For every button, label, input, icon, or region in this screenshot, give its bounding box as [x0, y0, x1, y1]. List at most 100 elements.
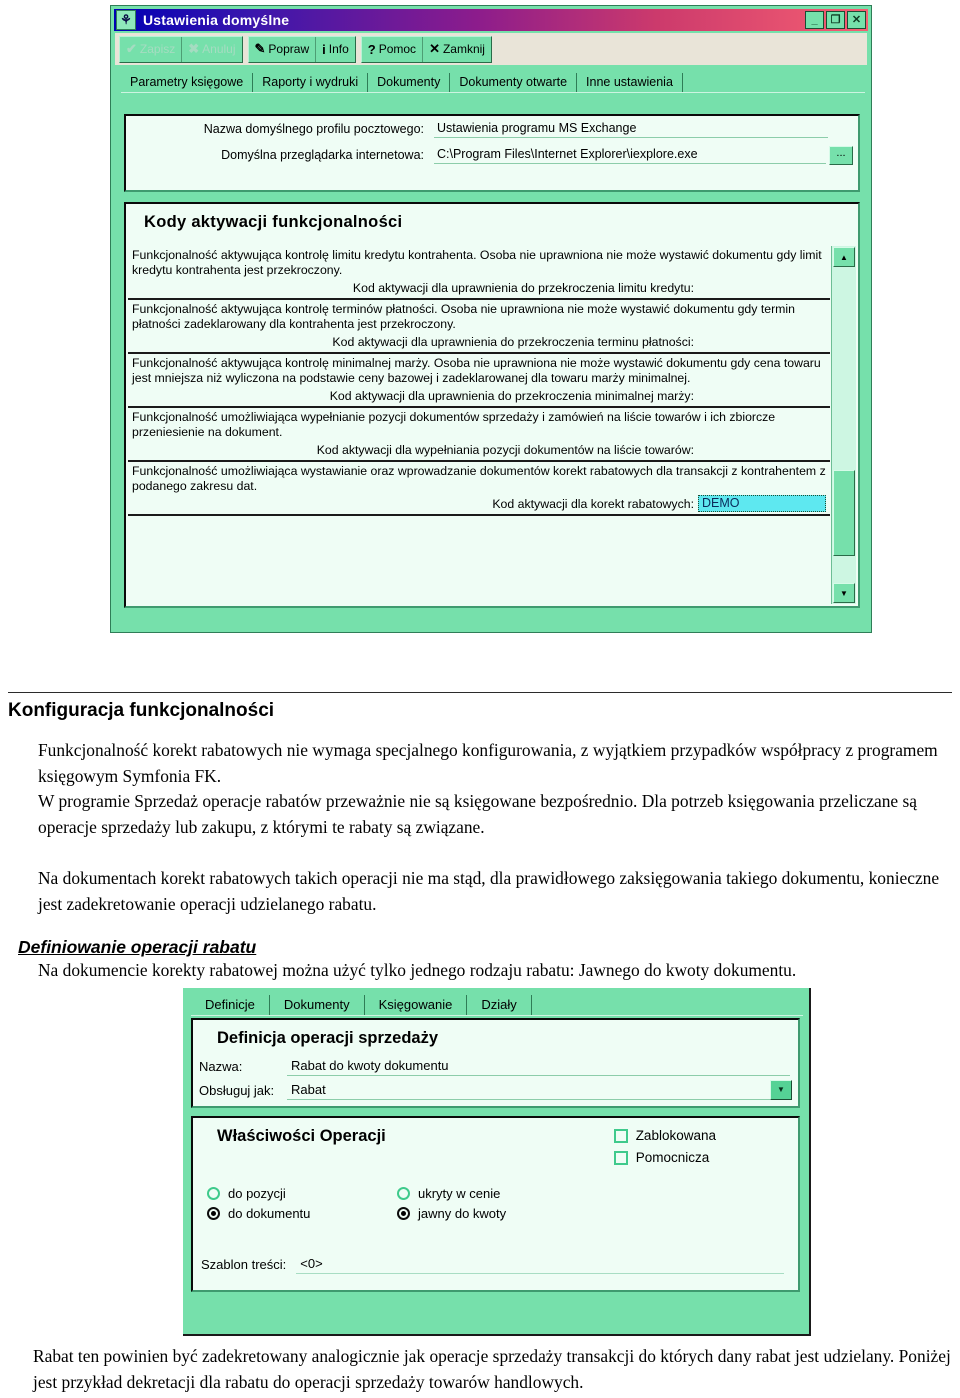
radio-groups: do pozycji ukryty w cenie do dokumentu j…: [207, 1186, 587, 1221]
code-input-focused[interactable]: DEMO: [698, 495, 826, 512]
list-item: Funkcjonalność umożliwiająca wypełnianie…: [128, 408, 830, 462]
code-input[interactable]: [698, 441, 826, 458]
help-button[interactable]: ? Pomoc: [362, 37, 422, 62]
code-description: Funkcjonalność umożliwiająca wypełnianie…: [132, 410, 776, 439]
paragraph-3: Na dokumentach korekt rabatowych takich …: [38, 868, 940, 914]
cancel-button[interactable]: ✖ Anuluj: [181, 36, 241, 62]
mail-profile-row: Nazwa domyślnego profilu pocztowego: Ust…: [126, 116, 858, 142]
browser-browse-button[interactable]: ...: [829, 145, 853, 165]
checkbox-icon[interactable]: [613, 1150, 628, 1165]
code-field-row: Kod aktywacji dla uprawnienia do przekro…: [132, 333, 826, 350]
handle-select-value: Rabat: [291, 1082, 326, 1097]
code-input[interactable]: [698, 279, 826, 296]
tab-definicje-label: Definicje: [205, 997, 255, 1012]
scroll-down-icon[interactable]: ▼: [833, 583, 855, 603]
code-description: Funkcjonalność aktywująca kontrolę minim…: [132, 356, 821, 385]
code-field-label: Kod aktywacji dla uprawnienia do przekro…: [329, 388, 694, 403]
tab-parametry-ksiegowe[interactable]: Parametry księgowe: [121, 73, 254, 92]
correct-button[interactable]: ✎ Popraw: [249, 37, 316, 62]
info-button[interactable]: i Info: [315, 36, 355, 62]
code-field-row: Kod aktywacji dla korekt rabatowych: DEM…: [132, 495, 826, 512]
codes-scrollbar[interactable]: ▲ ▼: [831, 246, 856, 604]
pencil-icon: ✎: [254, 41, 266, 56]
s2-tabstrip: Definicje Dokumenty Księgowanie Działy: [191, 992, 803, 1016]
chevron-down-icon[interactable]: ▼: [770, 1079, 792, 1100]
toolbar-group-correct: ✎ Popraw i Info: [247, 35, 356, 63]
tab-dokumenty[interactable]: Dokumenty: [368, 73, 451, 92]
app-icon: ⚘: [116, 10, 136, 30]
definition-panel: Definicja operacji sprzedaży Nazwa: Raba…: [191, 1018, 800, 1108]
checkbox-pomocnicza-label: Pomocnicza: [635, 1150, 710, 1165]
save-button[interactable]: ✔ Zapisz: [120, 37, 181, 62]
radio-icon[interactable]: [397, 1187, 410, 1200]
close-button[interactable]: ✕ Zamknij: [422, 36, 491, 62]
checkbox-group: Zablokowana Pomocnicza: [613, 1128, 716, 1172]
radio-icon-selected[interactable]: [397, 1207, 410, 1220]
name-input[interactable]: Rabat do kwoty dokumentu: [287, 1057, 790, 1076]
tab-raporty-i-wydruki[interactable]: Raporty i wydruki: [253, 73, 369, 92]
list-item: Funkcjonalność aktywująca kontrolę limit…: [128, 246, 830, 300]
code-input[interactable]: [698, 333, 826, 350]
code-input[interactable]: [698, 387, 826, 404]
browser-input[interactable]: C:\Program Files\Internet Explorer\iexpl…: [434, 146, 826, 164]
maximize-icon[interactable]: ❐: [826, 11, 845, 29]
code-description: Funkcjonalność aktywująca kontrolę termi…: [132, 302, 795, 331]
tab-ksiegowanie-label: Księgowanie: [378, 997, 453, 1012]
paragraph-4: Na dokumencie korekty rabatowej można uż…: [38, 960, 797, 980]
tab-dokumenty[interactable]: Dokumenty: [270, 995, 365, 1015]
name-row: Nazwa: Rabat do kwoty dokumentu: [193, 1054, 798, 1078]
question-icon: ?: [367, 41, 376, 57]
code-field-row: Kod aktywacji dla uprawnienia do przekro…: [132, 279, 826, 296]
radio-do-dokumentu[interactable]: do dokumentu: [207, 1206, 397, 1221]
code-field-label: Kod aktywacji dla korekt rabatowych:: [492, 496, 694, 511]
list-item: Funkcjonalność umożliwiająca wystawianie…: [128, 462, 830, 516]
minimize-icon[interactable]: _: [805, 11, 824, 29]
radio-do-dokumentu-label: do dokumentu: [228, 1206, 311, 1221]
radio-icon[interactable]: [207, 1187, 220, 1200]
radio-ukryty-w-cenie[interactable]: ukryty w cenie: [397, 1186, 587, 1201]
close-icon[interactable]: ✕: [847, 11, 866, 29]
radio-jawny-do-kwoty[interactable]: jawny do kwoty: [397, 1206, 587, 1221]
code-field-row: Kod aktywacji dla wypełniania pozycji do…: [132, 441, 826, 458]
radio-jawny-do-kwoty-label: jawny do kwoty: [418, 1206, 507, 1221]
template-input[interactable]: <0>: [296, 1255, 784, 1274]
toolbar-group-help: ? Pomoc ✕ Zamknij: [360, 35, 492, 63]
horizontal-rule: [8, 692, 952, 693]
toolbar-group-edit: ✔ Zapisz ✖ Anuluj: [119, 35, 243, 63]
radio-do-pozycji[interactable]: do pozycji: [207, 1186, 397, 1201]
checkbox-icon[interactable]: [613, 1128, 628, 1143]
radio-ukryty-w-cenie-label: ukryty w cenie: [418, 1186, 501, 1201]
mail-profile-input[interactable]: Ustawienia programu MS Exchange: [434, 120, 828, 138]
tab-dokumenty-otwarte[interactable]: Dokumenty otwarte: [450, 73, 578, 92]
radio-icon-selected[interactable]: [207, 1207, 220, 1220]
handle-select[interactable]: Rabat ▼: [287, 1079, 792, 1100]
window-controls: _ ❐ ✕: [805, 11, 866, 29]
tab-definicje[interactable]: Definicje: [191, 995, 270, 1015]
definition-panel-title: Definicja operacji sprzedaży: [217, 1029, 439, 1047]
info-button-label: Info: [328, 42, 349, 56]
tab-ksiegowanie[interactable]: Księgowanie: [365, 995, 468, 1015]
checkbox-zablokowana-label: Zablokowana: [635, 1128, 716, 1143]
tab-inne-ustawienia[interactable]: Inne ustawienia: [577, 73, 683, 92]
tabstrip: Parametry księgowe Raporty i wydruki Dok…: [121, 68, 865, 93]
name-label: Nazwa:: [199, 1058, 243, 1074]
correct-button-label: Popraw: [268, 42, 310, 56]
tab-dokumenty-label: Dokumenty: [283, 997, 350, 1012]
toolbar: ✔ Zapisz ✖ Anuluj ✎ Popraw i Info ? Pomo…: [115, 33, 867, 65]
code-field-label: Kod aktywacji dla wypełniania pozycji do…: [316, 442, 694, 457]
properties-panel: Właściwości Operacji Zablokowana Pomocni…: [191, 1116, 800, 1292]
activation-codes-panel: Kody aktywacji funkcjonalności Funkcjona…: [124, 202, 860, 608]
scrollbar-thumb[interactable]: [833, 470, 855, 556]
checkbox-pomocnicza[interactable]: Pomocnicza: [613, 1150, 716, 1165]
tab-dzialy-label: Działy: [481, 997, 517, 1012]
tab-dzialy[interactable]: Działy: [467, 995, 532, 1015]
operation-definition-window: Definicje Dokumenty Księgowanie Działy D…: [183, 988, 811, 1336]
paragraph-1: Funkcjonalność korekt rabatowych nie wym…: [38, 740, 938, 786]
checkbox-zablokowana[interactable]: Zablokowana: [613, 1128, 716, 1143]
page-title: Konfiguracja funkcjonalności: [8, 700, 275, 721]
mail-profile-label: Nazwa domyślnego profilu pocztowego:: [203, 122, 424, 136]
x-icon: ✕: [429, 41, 440, 56]
scroll-up-icon[interactable]: ▲: [833, 247, 855, 267]
paragraph-2: W programie Sprzedaż operacje rabatów pr…: [38, 791, 917, 837]
window-title: Ustawienia domyślne: [143, 12, 290, 28]
